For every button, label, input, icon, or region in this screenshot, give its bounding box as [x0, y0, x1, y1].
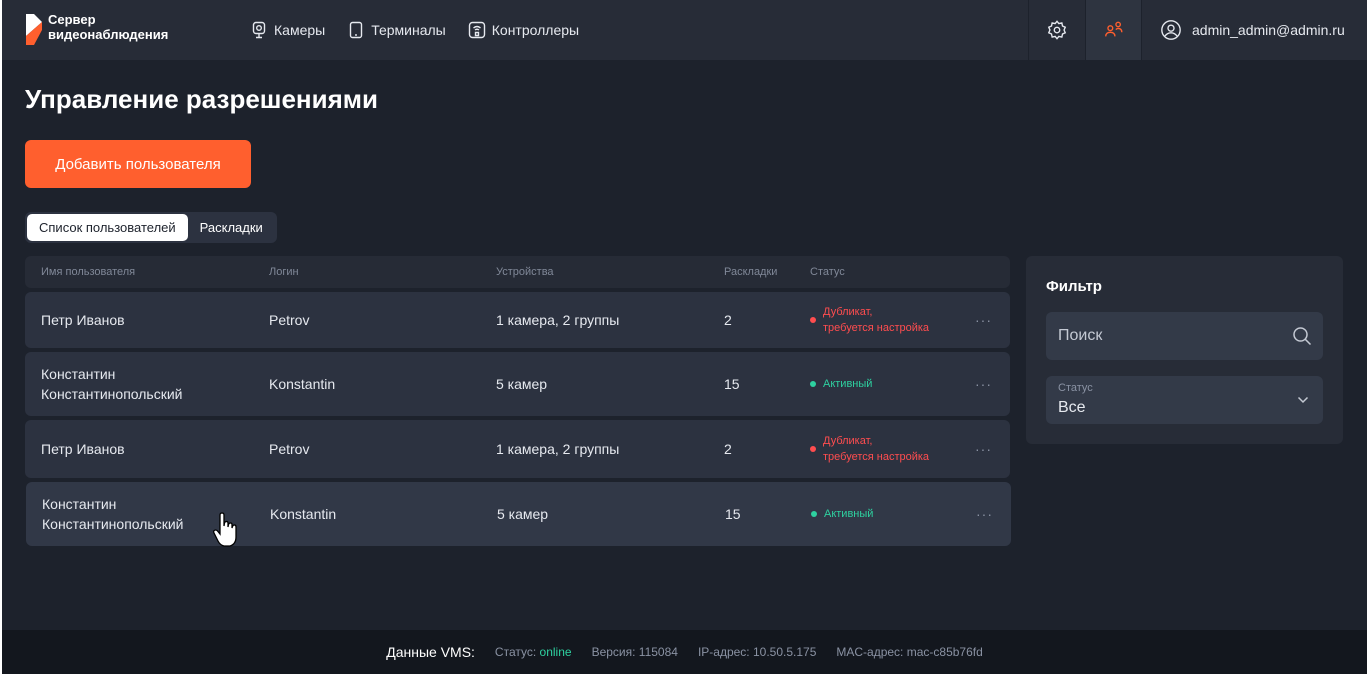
chevron-down-icon — [1297, 396, 1309, 404]
column-header-layouts[interactable]: Раскладки — [724, 266, 777, 278]
tablet-icon — [350, 21, 363, 39]
column-header-status[interactable]: Статус — [810, 266, 845, 278]
add-user-button[interactable]: Добавить пользователя — [25, 140, 251, 188]
user-name-line: Петр Иванов — [41, 312, 125, 328]
app-window: Сервер видеонаблюдения Камеры Терминалы — [2, 0, 1367, 674]
user-login: Konstantin — [269, 376, 336, 392]
user-login: Konstantin — [270, 506, 337, 522]
user-name-line: Константин — [41, 366, 116, 382]
status-select-value: Все — [1058, 399, 1086, 416]
camera-icon — [252, 21, 266, 39]
status-select[interactable]: Статус Все — [1046, 376, 1323, 424]
status-badge: Активный — [811, 506, 873, 522]
status-badge: Дубликат, требуется настройка — [810, 433, 929, 465]
status-select-label: Статус — [1058, 382, 1093, 394]
nav-item-label: Контроллеры — [491, 22, 580, 38]
table-row[interactable]: Петр Иванов Petrov 1 камера, 2 группы 2 … — [25, 292, 1010, 348]
footer-version: Версия: 115084 — [591, 645, 678, 659]
nav-item-cameras[interactable]: Камеры — [250, 21, 325, 39]
table-header: Имя пользователя Логин Устройства Раскла… — [25, 256, 1010, 288]
user-name: Петр Иванов — [41, 310, 125, 330]
nav-item-label: Терминалы — [371, 22, 446, 38]
logo-mark-icon — [24, 12, 44, 46]
status-text: Активный — [824, 508, 874, 520]
footer-title: Данные VMS: — [386, 644, 475, 660]
status-dot-icon — [810, 381, 816, 387]
table-row[interactable]: Константин Константинопольский Konstanti… — [25, 352, 1010, 416]
settings-button[interactable] — [1028, 0, 1085, 60]
filter-panel: Фильтр Статус Все — [1026, 256, 1343, 444]
search-icon[interactable] — [1292, 326, 1312, 346]
table-row-hovered[interactable]: Константин Константинопольский Konstanti… — [26, 482, 1011, 546]
logo-text-line2: видеонаблюдения — [48, 27, 169, 42]
user-menu[interactable]: admin_admin@admin.ru — [1141, 0, 1367, 60]
top-header: Сервер видеонаблюдения Камеры Терминалы — [2, 0, 1367, 60]
footer-status-value: online — [539, 645, 572, 659]
filter-title: Фильтр — [1046, 278, 1102, 295]
users-icon — [1105, 21, 1123, 37]
footer-mac: MAC-адрес: mac-c85b76fd — [836, 645, 983, 659]
user-devices: 1 камера, 2 группы — [496, 441, 620, 457]
hand-cursor-icon — [212, 512, 237, 547]
page-title: Управление разрешениями — [25, 84, 379, 114]
status-text: Дубликат, — [823, 435, 873, 447]
logo-text-line1: Сервер — [48, 12, 96, 27]
user-avatar-icon — [1161, 20, 1181, 40]
status-text: Дубликат, — [823, 306, 873, 318]
footer-ip: IP-адрес: 10.50.5.175 — [697, 645, 817, 659]
search-input[interactable] — [1046, 312, 1323, 360]
user-name-line: Константинопольский — [41, 386, 183, 402]
user-name: Петр Иванов — [41, 439, 125, 459]
user-layouts: 15 — [725, 506, 741, 522]
controller-icon — [468, 21, 485, 39]
more-options-icon[interactable]: ··· — [975, 376, 992, 392]
user-email: admin_admin@admin.ru — [1192, 22, 1345, 38]
status-dot-icon — [810, 446, 816, 452]
tab-layouts[interactable]: Раскладки — [188, 214, 275, 241]
logo[interactable]: Сервер видеонаблюдения — [24, 12, 168, 46]
user-devices: 5 камер — [497, 506, 549, 522]
view-tabs: Список пользователей Раскладки — [25, 212, 277, 243]
user-layouts: 2 — [724, 441, 732, 457]
permissions-button[interactable] — [1085, 0, 1142, 60]
user-name-line: Петр Иванов — [41, 441, 125, 457]
user-name-line: Константин — [42, 496, 117, 512]
more-options-icon[interactable]: ··· — [975, 312, 992, 328]
user-name: Константин Константинопольский — [41, 364, 182, 404]
user-login: Petrov — [269, 312, 310, 328]
table-row[interactable]: Петр Иванов Petrov 1 камера, 2 группы 2 … — [25, 420, 1010, 478]
user-name: Константин Константинопольский — [42, 494, 183, 534]
footer-status-label: Статус: — [494, 645, 537, 659]
status-text: требуется настройка — [823, 451, 930, 463]
status-dot-icon — [811, 511, 817, 517]
user-layouts: 15 — [724, 376, 740, 392]
user-login: Petrov — [269, 441, 310, 457]
user-layouts: 2 — [724, 312, 732, 328]
main-nav: Камеры Терминалы Контроллеры — [250, 0, 601, 60]
status-text: требуется настройка — [823, 322, 930, 334]
nav-item-terminals[interactable]: Терминалы — [347, 21, 446, 39]
tab-user-list[interactable]: Список пользователей — [27, 214, 188, 241]
footer-status: Статус: online — [495, 645, 572, 659]
status-badge: Активный — [810, 376, 872, 392]
status-badge: Дубликат, требуется настройка — [810, 304, 929, 336]
column-header-login[interactable]: Логин — [269, 266, 299, 278]
gear-icon — [1047, 20, 1067, 40]
nav-item-label: Камеры — [274, 22, 326, 38]
user-name-line: Константинопольский — [42, 516, 184, 532]
column-header-devices[interactable]: Устройства — [496, 266, 554, 278]
more-options-icon[interactable]: ··· — [975, 441, 992, 457]
user-devices: 1 камера, 2 группы — [496, 312, 620, 328]
nav-item-controllers[interactable]: Контроллеры — [468, 21, 579, 39]
column-header-username[interactable]: Имя пользователя — [41, 266, 135, 278]
user-devices: 5 камер — [496, 376, 548, 392]
status-text: Активный — [823, 378, 873, 390]
status-dot-icon — [810, 317, 816, 323]
more-options-icon[interactable]: ··· — [976, 506, 993, 522]
status-footer: Данные VMS: Статус: online Версия: 11508… — [2, 630, 1367, 674]
